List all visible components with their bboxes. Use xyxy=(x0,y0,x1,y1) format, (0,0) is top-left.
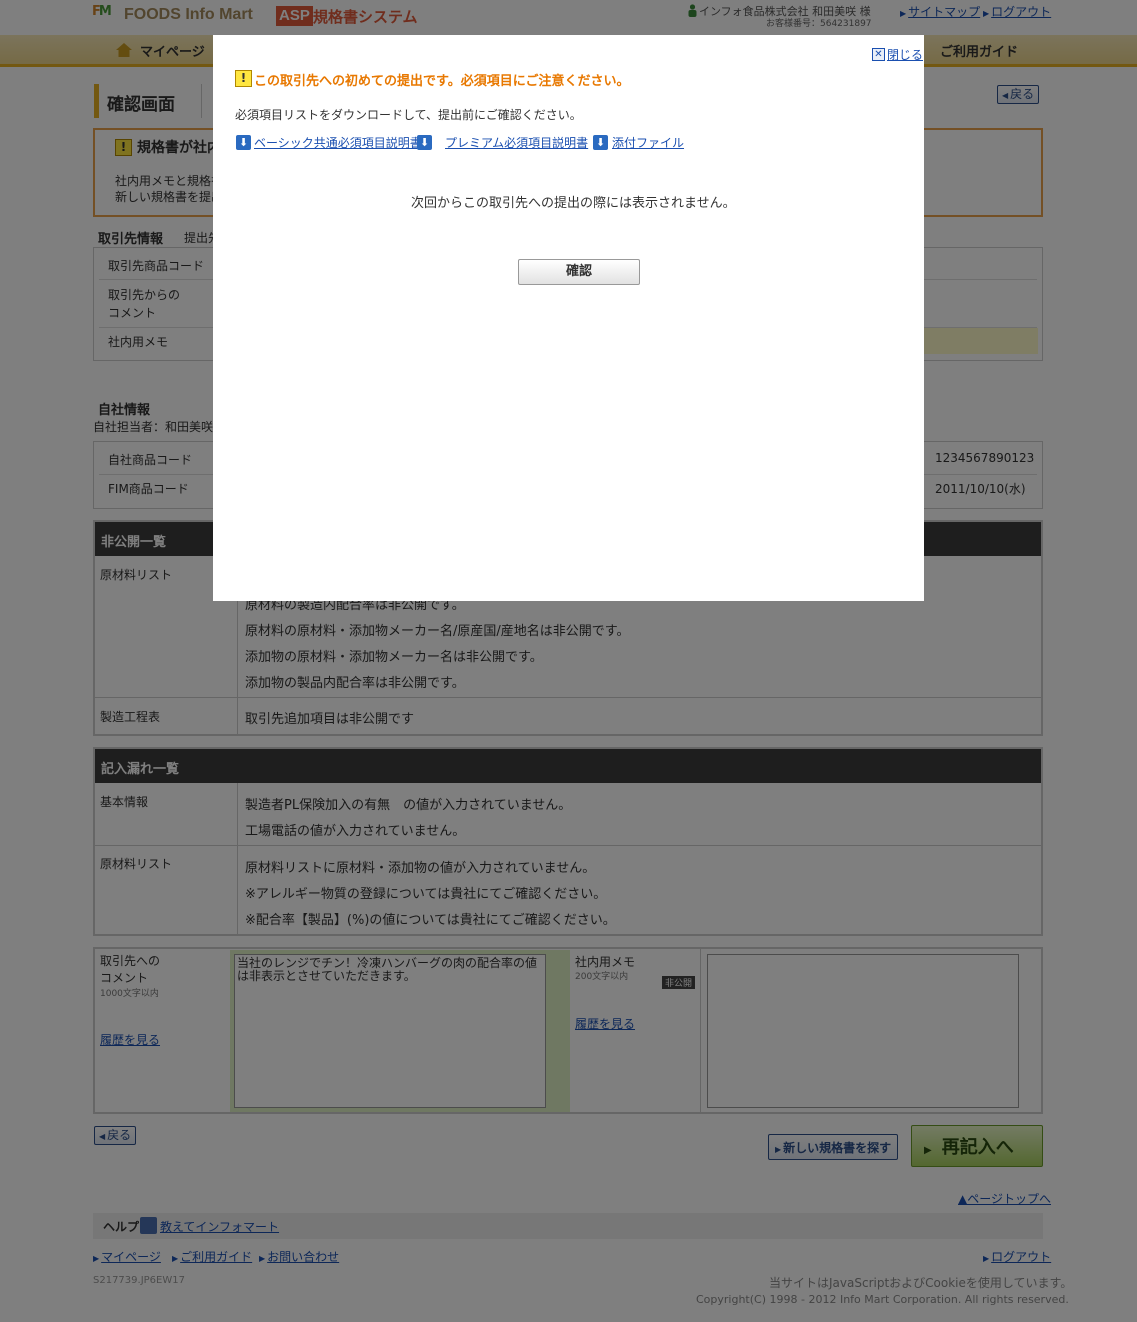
warning-icon: ! xyxy=(235,70,252,87)
download-icon[interactable]: ⬇ xyxy=(236,135,251,150)
download-icon[interactable]: ⬇ xyxy=(417,135,432,150)
close-link[interactable]: 閉じる xyxy=(887,46,923,63)
next-time-notice: 次回からこの取引先への提出の際には表示されません。 xyxy=(411,196,736,211)
close-icon[interactable]: ✕ xyxy=(872,48,885,61)
modal-title: この取引先への初めての提出です。必須項目にご注意ください。 xyxy=(254,74,630,89)
download-icon[interactable]: ⬇ xyxy=(593,135,608,150)
attachment-link[interactable]: 添付ファイル xyxy=(612,134,684,151)
basic-required-items-link[interactable]: ベーシック共通必須項目説明書 xyxy=(254,134,422,151)
confirm-button[interactable]: 確認 xyxy=(518,259,640,285)
download-instruction: 必須項目リストをダウンロードして、提出前にご確認ください。 xyxy=(235,108,582,122)
premium-required-items-link[interactable]: プレミアム必須項目説明書 xyxy=(445,134,588,151)
